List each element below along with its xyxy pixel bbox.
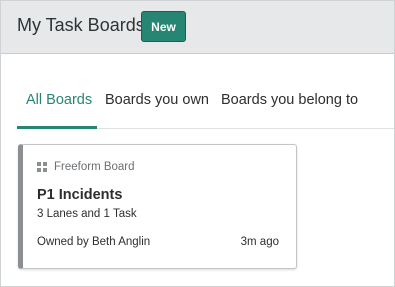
header-bar: My Task Boards New — [1, 1, 394, 54]
new-board-button[interactable]: New — [141, 11, 186, 42]
tab-all-boards[interactable]: All Boards — [26, 92, 92, 108]
active-tab-indicator — [17, 126, 97, 129]
tasks-count: 1 — [103, 208, 110, 220]
board-updated-time: 3m ago — [240, 236, 279, 248]
board-type-label: Freeform Board — [54, 161, 135, 173]
board-type: Freeform Board — [37, 161, 135, 173]
tasks-label: Task — [112, 208, 137, 220]
tab-boards-you-own[interactable]: Boards you own — [105, 92, 209, 108]
board-owner: Owned by Beth Anglin — [37, 236, 151, 248]
board-tabs: All Boards Boards you own Boards you bel… — [1, 54, 394, 129]
board-title[interactable]: P1 Incidents — [37, 187, 122, 203]
tab-boards-you-belong-to[interactable]: Boards you belong to — [221, 92, 358, 108]
board-summary: 3 Lanes and 1 Task — [37, 208, 137, 220]
grid-icon — [37, 162, 47, 172]
lanes-label: Lanes and — [46, 208, 101, 220]
page-title: My Task Boards — [17, 15, 145, 35]
board-card[interactable]: Freeform Board P1 Incidents 3 Lanes and … — [18, 144, 297, 269]
lanes-count: 3 — [37, 208, 44, 220]
